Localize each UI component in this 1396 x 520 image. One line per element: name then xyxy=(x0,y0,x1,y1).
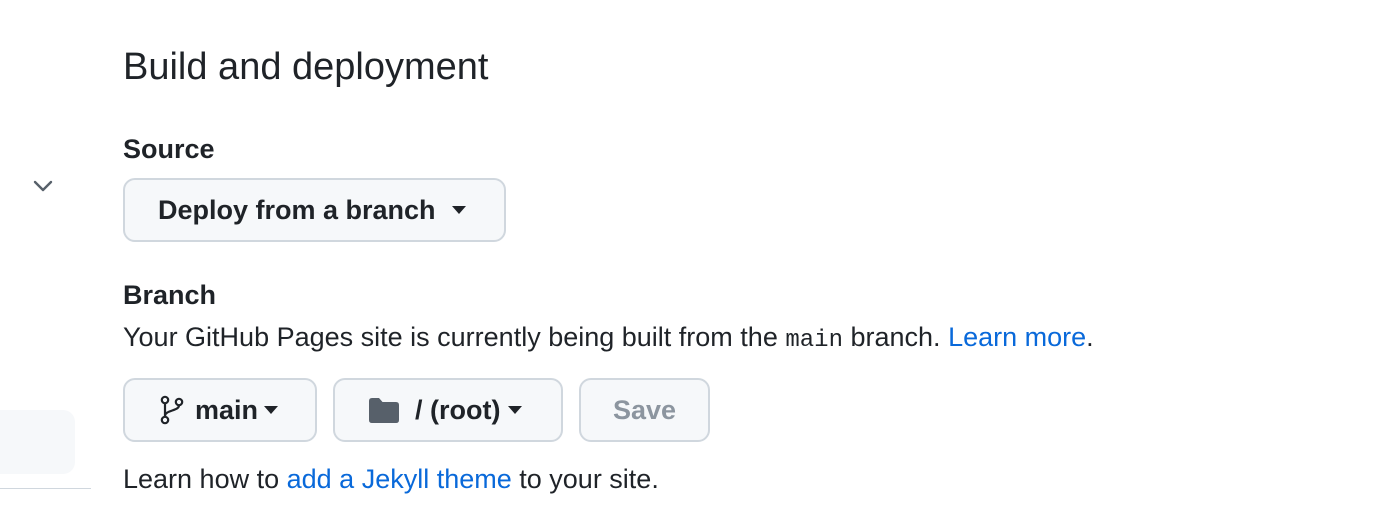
branch-label: Branch xyxy=(123,280,217,310)
branch-selector-value: main xyxy=(195,394,259,425)
source-dropdown-value: Deploy from a branch xyxy=(158,194,436,225)
chevron-down-icon xyxy=(33,180,53,192)
description-period: . xyxy=(1086,322,1094,352)
branch-description-prefix: Your GitHub Pages site is currently bein… xyxy=(123,322,778,352)
source-label: Source xyxy=(123,134,215,164)
triangle-down-icon xyxy=(451,206,466,214)
pages-settings-page: Build and deployment Source Deploy from … xyxy=(0,0,1396,520)
source-dropdown-button[interactable]: Deploy from a branch xyxy=(123,178,506,242)
branch-code: main xyxy=(785,327,843,354)
add-jekyll-theme-link[interactable]: add a Jekyll theme xyxy=(287,464,512,494)
folder-selector-value: / (root) xyxy=(415,394,501,425)
learn-more-link[interactable]: Learn more xyxy=(948,322,1086,352)
folder-icon xyxy=(367,396,401,424)
triangle-down-icon xyxy=(508,406,523,414)
jekyll-prefix: Learn how to xyxy=(123,464,280,494)
sidebar-divider xyxy=(0,488,91,489)
git-branch-icon xyxy=(159,395,185,425)
sidebar-chevron-down-icon[interactable] xyxy=(30,173,56,199)
save-button[interactable]: Save xyxy=(579,378,710,442)
jekyll-theme-hint: Learn how to add a Jekyll theme to your … xyxy=(123,462,659,496)
sidebar-item-selected[interactable] xyxy=(0,410,75,474)
branch-selector-button[interactable]: main xyxy=(123,378,317,442)
triangle-down-icon xyxy=(264,406,279,414)
jekyll-suffix: to your site. xyxy=(519,464,659,494)
branch-description-suffix: branch. xyxy=(850,322,941,352)
folder-selector-button[interactable]: / (root) xyxy=(333,378,563,442)
branch-description: Your GitHub Pages site is currently bein… xyxy=(123,320,1094,358)
section-title: Build and deployment xyxy=(123,46,489,88)
